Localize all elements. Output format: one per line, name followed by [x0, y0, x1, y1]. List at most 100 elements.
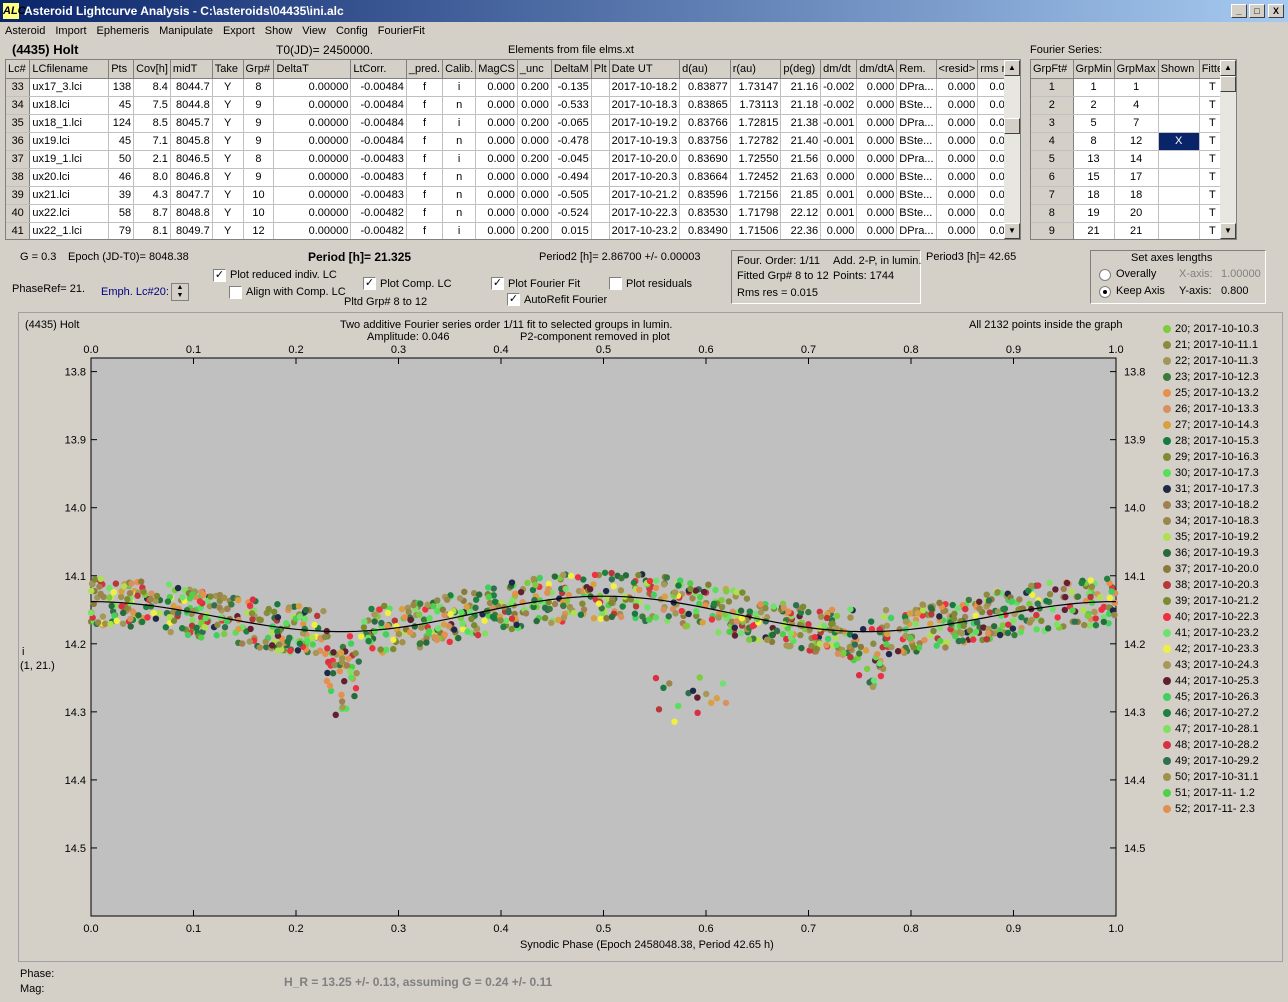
table-cell[interactable]: 138 [108, 78, 135, 97]
table-cell[interactable]: -0.045 [551, 150, 592, 169]
table-cell[interactable]: 45 [108, 96, 135, 115]
table-cell[interactable]: 8046.5 [170, 150, 213, 169]
table-row[interactable]: 6 15 17 T [1031, 168, 1227, 187]
table-cell[interactable]: 0.83865 [679, 96, 731, 115]
table-cell[interactable]: -0.00483 [350, 168, 407, 187]
table-cell[interactable]: -0.478 [551, 132, 592, 151]
table-cell[interactable]: 2017-10-19.3 [609, 132, 681, 151]
table-cell[interactable]: 5 [1073, 114, 1115, 133]
table-cell[interactable]: -0.135 [551, 78, 592, 97]
table-cell[interactable]: 15 [1073, 168, 1115, 187]
table-cell[interactable]: 1.72452 [730, 168, 782, 187]
table-cell[interactable]: ux21.lci [29, 186, 110, 205]
align-comp-checkbox[interactable] [229, 286, 242, 299]
table-cell[interactable]: 8049.7 [170, 222, 213, 239]
table-cell[interactable]: 46 [108, 168, 135, 187]
table-cell[interactable]: 0.000 [936, 96, 979, 115]
lc-col-header[interactable]: Take [212, 60, 244, 79]
table-cell[interactable]: 8047.7 [170, 186, 213, 205]
table-cell[interactable]: 0.000 [936, 186, 979, 205]
lc-col-header[interactable]: Rem. [896, 60, 937, 79]
table-cell[interactable]: f [406, 204, 444, 223]
table-cell[interactable]: 0.83690 [679, 150, 731, 169]
table-cell[interactable]: 0.000 [475, 96, 518, 115]
table-cell[interactable]: 36 [6, 132, 31, 151]
period-value[interactable]: Period [h]= 21.325 [308, 250, 411, 264]
lc-col-header[interactable]: MagCS [475, 60, 518, 79]
table-cell[interactable]: 8046.8 [170, 168, 213, 187]
table-row[interactable]: 357T [1031, 114, 1227, 133]
table-cell[interactable]: 0.000 [856, 78, 898, 97]
table-cell[interactable] [1158, 168, 1200, 187]
table-cell[interactable]: 7.1 [133, 132, 171, 151]
table-cell[interactable]: 9 [1031, 222, 1074, 239]
table-cell[interactable] [1158, 222, 1200, 239]
table-cell[interactable]: -0.00484 [350, 78, 407, 97]
table-cell[interactable]: 7.5 [133, 96, 171, 115]
table-cell[interactable]: 7 [1114, 114, 1159, 133]
table-cell[interactable]: 0.000 [517, 204, 552, 223]
table-cell[interactable]: f [406, 186, 444, 205]
table-cell[interactable]: 2017-10-23.2 [609, 222, 681, 239]
lc-table-scrollbar[interactable]: ▲ ▼ [1004, 60, 1020, 239]
table-cell[interactable]: Y [212, 186, 244, 205]
table-cell[interactable]: 21.38 [780, 114, 822, 133]
table-cell[interactable]: 0.000 [820, 150, 858, 169]
table-cell[interactable]: 4.3 [133, 186, 171, 205]
table-cell[interactable]: 9 [243, 96, 275, 115]
lc-col-header[interactable]: Plt [591, 60, 610, 79]
lc-col-header[interactable]: _unc [517, 60, 552, 79]
y-axis-value[interactable]: 0.800 [1221, 285, 1249, 297]
table-cell[interactable]: Y [212, 168, 244, 187]
plot-reduced-checkbox[interactable]: ✓ [213, 269, 226, 282]
table-cell[interactable]: 0.200 [517, 114, 552, 133]
table-cell[interactable]: 0.000 [856, 150, 898, 169]
table-cell[interactable]: 1.72550 [730, 150, 782, 169]
lc-col-header[interactable]: Grp# [243, 60, 275, 79]
table-cell[interactable]: 38 [6, 168, 31, 187]
table-row[interactable]: 36 ux19.lci 45 7.1 8045.8 Y 9 0.00000 -0.00484 f n… [6, 132, 1020, 151]
table-cell[interactable]: f [406, 78, 444, 97]
scroll-up-icon[interactable]: ▲ [1220, 60, 1236, 76]
table-cell[interactable]: 0.000 [936, 150, 979, 169]
table-cell[interactable]: f [406, 96, 444, 115]
table-row[interactable]: 224T [1031, 96, 1227, 115]
table-cell[interactable]: 2.1 [133, 150, 171, 169]
table-cell[interactable] [591, 204, 610, 223]
table-cell[interactable]: 10 [243, 204, 275, 223]
table-cell[interactable]: -0.505 [551, 186, 592, 205]
table-cell[interactable]: BSte... [896, 204, 937, 223]
menu-config[interactable]: Config [331, 23, 373, 39]
table-cell[interactable]: 79 [108, 222, 135, 239]
table-cell[interactable]: 22.12 [780, 204, 822, 223]
table-cell[interactable]: 8.7 [133, 204, 171, 223]
table-cell[interactable]: 0.000 [517, 132, 552, 151]
scroll-down-icon[interactable]: ▼ [1220, 223, 1236, 239]
table-cell[interactable]: 8044.8 [170, 96, 213, 115]
table-cell[interactable]: 2017-10-20.0 [609, 150, 681, 169]
table-cell[interactable]: 0.83877 [679, 78, 731, 97]
table-cell[interactable]: -0.001 [820, 132, 858, 151]
table-row[interactable]: 8 19 20 T [1031, 204, 1227, 223]
table-cell[interactable]: 0.00000 [273, 204, 352, 223]
table-cell[interactable]: 41 [6, 222, 31, 239]
table-cell[interactable]: 1.71506 [730, 222, 782, 239]
table-cell[interactable]: Y [212, 114, 244, 133]
lc-col-header[interactable]: DeltaT [273, 60, 352, 79]
table-cell[interactable]: f [406, 114, 444, 133]
table-cell[interactable]: 50 [108, 150, 135, 169]
table-cell[interactable] [1158, 204, 1200, 223]
table-cell[interactable]: n [442, 132, 477, 151]
autorefit-checkbox[interactable]: ✓ [507, 293, 520, 306]
table-cell[interactable]: 10 [243, 186, 275, 205]
table-cell[interactable]: 0.83530 [679, 204, 731, 223]
table-cell[interactable]: ux17_3.lci [29, 78, 110, 97]
table-row[interactable]: 4 8 12 X T [1031, 132, 1227, 151]
table-cell[interactable]: n [442, 96, 477, 115]
lc-col-header[interactable]: _pred. [406, 60, 444, 79]
table-cell[interactable]: 9 [243, 132, 275, 151]
table-cell[interactable]: 1.72815 [730, 114, 782, 133]
table-cell[interactable]: 7 [1031, 186, 1074, 205]
table-cell[interactable]: 8045.7 [170, 114, 213, 133]
table-cell[interactable]: 8.0 [133, 168, 171, 187]
